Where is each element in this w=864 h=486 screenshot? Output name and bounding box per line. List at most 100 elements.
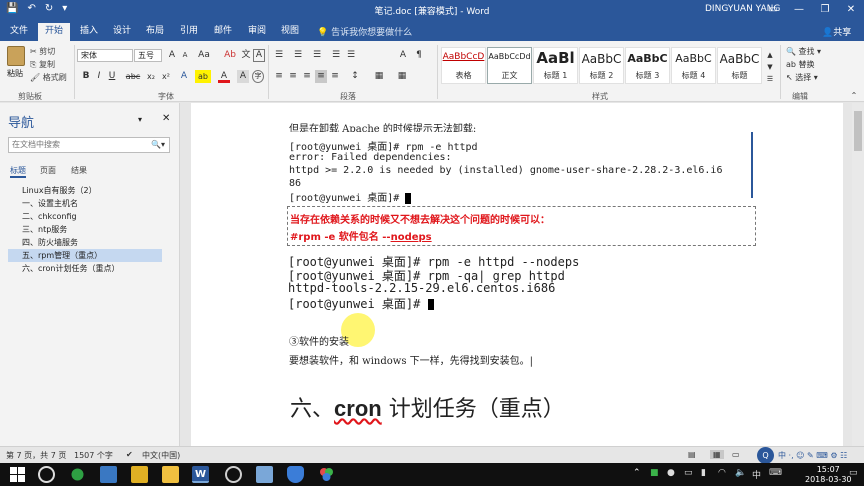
app-green-icon[interactable] xyxy=(69,466,86,483)
grow-font-button[interactable]: A xyxy=(166,49,178,62)
proofing-icon[interactable]: ✔ xyxy=(126,450,133,459)
text-effects-button[interactable]: A xyxy=(178,70,190,83)
tray-app-icon[interactable]: ■ xyxy=(650,468,659,478)
terminal-screenshot-1[interactable]: [root@yunwei 桌面]# rpm -e httpd error: Fa… xyxy=(287,132,753,204)
tray-wifi-icon[interactable]: ◠ xyxy=(718,468,726,478)
nav-options-icon[interactable]: ▾ xyxy=(138,115,142,124)
highlight-button[interactable]: ab xyxy=(195,70,211,83)
tab-design[interactable]: 设计 xyxy=(108,23,136,41)
note-box[interactable]: 当存在依赖关系的时候又不想去解决这个问题的时候可以： #rpm -e 软件包名 … xyxy=(287,206,756,246)
document-page[interactable]: 但是在卸载 Apache 的时候提示无法卸载: [root@yunwei 桌面]… xyxy=(191,103,843,446)
select-button[interactable]: ↖ 选择 ▾ xyxy=(786,72,818,83)
start-icon[interactable] xyxy=(9,466,26,483)
decrease-indent-button[interactable]: ☰ xyxy=(330,49,342,62)
style-heading-4[interactable]: AaBbC 标题 4 xyxy=(671,47,716,84)
font-color-button[interactable]: A xyxy=(218,70,230,83)
minimize-icon[interactable]: — xyxy=(786,0,812,20)
font-size-combo[interactable]: 五号 xyxy=(134,49,162,62)
nav-heading-item[interactable]: 六、cron计划任务（重点） xyxy=(8,262,162,275)
nav-heading-item[interactable]: 三、ntp服务 xyxy=(8,223,162,236)
notifications-icon[interactable]: ▭ xyxy=(849,468,858,478)
keyboard-icon[interactable]: ⌨ xyxy=(769,468,782,478)
bullets-button[interactable]: ☰ xyxy=(273,49,285,62)
phonetic-guide-button[interactable]: 文 xyxy=(240,49,252,62)
collapse-ribbon-icon[interactable]: ⌃ xyxy=(848,89,860,102)
italic-button[interactable]: I xyxy=(93,70,105,83)
print-layout-icon[interactable]: ▦ xyxy=(710,450,724,459)
replace-button[interactable]: ab 替换 xyxy=(786,59,815,70)
borders-button[interactable]: ▦ xyxy=(396,70,408,83)
align-right-button[interactable]: ≡ xyxy=(301,70,313,83)
clear-format-button[interactable]: Ab xyxy=(222,49,238,62)
web-layout-icon[interactable]: ▭ xyxy=(732,450,740,459)
tray-app-icon[interactable]: ● xyxy=(667,468,675,478)
language[interactable]: 中文(中国) xyxy=(142,450,180,461)
nav-heading-item[interactable]: 一、设置主机名 xyxy=(8,197,162,210)
tab-review[interactable]: 审阅 xyxy=(243,23,271,41)
tools-app-icon[interactable] xyxy=(256,466,273,483)
increase-indent-button[interactable]: ☰ xyxy=(345,49,357,62)
style-heading-1[interactable]: AaBl 标题 1 xyxy=(533,47,578,84)
yellow-app-icon[interactable] xyxy=(131,466,148,483)
nav-search-input[interactable]: 在文档中搜索 🔍▾ xyxy=(8,137,170,153)
style-table[interactable]: AaBbCcD 表格 xyxy=(441,47,486,84)
nav-heading-item-selected[interactable]: 五、rpm管理（重点） xyxy=(8,249,162,262)
strikethrough-button[interactable]: abc xyxy=(124,70,142,83)
search-taskbar-icon[interactable] xyxy=(38,466,55,483)
input-method-icon[interactable]: 中 xyxy=(752,468,761,481)
file-explorer-icon[interactable] xyxy=(162,466,179,483)
paste-icon[interactable] xyxy=(7,46,25,66)
copy-button[interactable]: ⎘ 复制 xyxy=(30,59,55,70)
multilevel-list-button[interactable]: ☰ xyxy=(311,49,323,62)
tray-battery-icon[interactable]: ▮ xyxy=(701,468,706,478)
paste-button[interactable]: 粘贴 xyxy=(7,68,23,79)
tab-home[interactable]: 开始 xyxy=(38,23,70,41)
underline-button[interactable]: U xyxy=(106,70,118,83)
distribute-button[interactable]: ≡ xyxy=(329,70,341,83)
align-left-button[interactable]: ≡ xyxy=(273,70,285,83)
circle-app-icon[interactable] xyxy=(225,466,242,483)
nav-tab-results[interactable]: 结果 xyxy=(71,165,87,176)
nav-heading-item[interactable]: 四、防火墙服务 xyxy=(8,236,162,249)
font-name-combo[interactable]: 宋体 xyxy=(77,49,133,62)
tray-expand-icon[interactable]: ⌃ xyxy=(633,468,641,478)
cut-button[interactable]: ✂ 剪切 xyxy=(30,46,55,57)
line-spacing-button[interactable]: ↕ xyxy=(349,70,361,83)
search-icon[interactable]: 🔍▾ xyxy=(151,138,165,152)
shrink-font-button[interactable]: A xyxy=(179,49,191,62)
ime-icon[interactable]: Q xyxy=(757,447,774,464)
superscript-button[interactable]: x² xyxy=(159,70,173,83)
system-clock[interactable]: 15:07 2018-03-30 xyxy=(805,465,852,485)
tell-me-box[interactable]: 💡 告诉我你想要做什么 xyxy=(317,25,412,38)
page-count[interactable]: 第 7 页，共 7 页 xyxy=(6,450,66,461)
tab-file[interactable]: 文件 xyxy=(4,23,34,41)
scrollbar-thumb[interactable] xyxy=(854,111,862,151)
share-button[interactable]: 👤共享 xyxy=(822,25,851,38)
change-case-button[interactable]: Aa xyxy=(195,49,213,62)
close-icon[interactable]: ✕ xyxy=(838,0,864,20)
volume-icon[interactable]: 🔈 xyxy=(735,468,746,478)
tab-view[interactable]: 视图 xyxy=(276,23,304,41)
tab-layout[interactable]: 布局 xyxy=(141,23,169,41)
word-icon[interactable]: W xyxy=(192,466,209,483)
vertical-scrollbar[interactable] xyxy=(852,103,864,446)
ribbon-display-icon[interactable]: ▭ xyxy=(760,0,786,20)
bold-button[interactable]: B xyxy=(80,70,92,83)
nav-tab-headings[interactable]: 标题 xyxy=(10,165,26,178)
tab-references[interactable]: 引用 xyxy=(175,23,203,41)
show-marks-button[interactable]: ¶ xyxy=(413,49,425,62)
colors-app-icon[interactable] xyxy=(318,466,335,483)
shield-app-icon[interactable] xyxy=(287,466,304,483)
styles-more-icon[interactable]: ☰ xyxy=(764,73,776,86)
shading-button[interactable]: ▦ xyxy=(373,70,385,83)
monitor-app-icon[interactable] xyxy=(100,466,117,483)
read-mode-icon[interactable]: ▤ xyxy=(688,450,696,459)
ime-toolbar[interactable]: 中 ·, ☺ ✎ ⌨ ⚙ ☷ xyxy=(778,450,847,461)
style-heading-3[interactable]: AaBbC 标题 3 xyxy=(625,47,670,84)
tray-network-icon[interactable]: ▭ xyxy=(684,468,693,478)
char-shading-button[interactable]: A xyxy=(237,70,249,83)
sort-button[interactable]: A xyxy=(397,49,409,62)
subscript-button[interactable]: x₂ xyxy=(144,70,158,83)
nav-heading-item[interactable]: 二、chkconfig xyxy=(8,210,162,223)
style-normal[interactable]: AaBbCcDd 正文 xyxy=(487,47,532,84)
